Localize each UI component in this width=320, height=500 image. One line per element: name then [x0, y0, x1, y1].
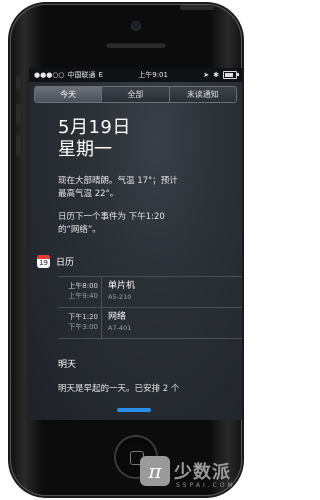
carrier-label: 中国联通: [67, 71, 96, 79]
event-end: 上午9:40: [68, 292, 98, 300]
watermark-domain: SSPAI.COM: [176, 482, 236, 489]
volume-up-button: [16, 104, 21, 126]
front-camera: [132, 22, 140, 30]
next-event-summary: 日历下一个事件为 下午1:20 的“网络”。: [58, 211, 232, 237]
tab-all[interactable]: 全部: [102, 87, 170, 102]
event-room: A5-210: [108, 293, 132, 301]
earpiece-speaker: [106, 42, 166, 48]
calendar-events: 上午8:00 上午9:40 单片机 A5-210 下午1:20 下午3:00 网…: [58, 276, 242, 339]
next-event-line-1: 日历下一个事件为 下午1:20: [58, 212, 165, 222]
event-start: 上午8:00: [68, 282, 98, 290]
calendar-section-header[interactable]: 19 日历: [37, 255, 242, 268]
event-times: 上午8:00 上午9:40: [58, 277, 102, 307]
tomorrow-section-title: 明天: [58, 360, 77, 370]
battery-icon: [223, 71, 239, 79]
calendar-event[interactable]: 下午1:20 下午3:00 网络 A7-401: [58, 308, 242, 339]
event-times: 下午1:20 下午3:00: [58, 308, 102, 338]
event-end: 下午3:00: [68, 323, 98, 331]
next-event-line-2: 的“网络”。: [58, 225, 101, 235]
watermark-logo: π: [140, 456, 170, 486]
watermark-name: 少数派: [174, 462, 231, 483]
calendar-icon: 19: [37, 255, 50, 268]
today-date: 5月19日: [58, 117, 131, 138]
weather-summary: 现在大部晴朗。气温 17°；预计 最高气温 22°。: [58, 175, 232, 201]
tomorrow-summary: 明天是早起的一天。已安排 2 个: [58, 384, 180, 394]
location-icon: ➤: [203, 71, 210, 79]
status-time: 上午9:01: [138, 71, 168, 79]
event-room: A7-401: [108, 324, 132, 332]
notification-center-screen: ●●●○○ 中国联通 E 上午9:01 ➤ ✱ 今天 全部 未读通知 5月19日…: [29, 68, 242, 420]
event-title: 单片机: [108, 281, 136, 291]
segmented-tabs: 今天 全部 未读通知: [34, 86, 237, 103]
weather-line-2: 最高气温 22°。: [58, 189, 119, 199]
weather-line-1: 现在大部晴朗。气温 17°；预计: [58, 176, 178, 186]
event-info: 网络 A7-401: [102, 308, 131, 338]
watermark: π 少数派 SSPAI.COM: [140, 456, 250, 496]
bluetooth-icon: ✱: [213, 71, 219, 79]
network-type: E: [98, 71, 103, 79]
signal-dots-icon: ●●●○○: [34, 71, 65, 79]
event-info: 单片机 A5-210: [102, 277, 135, 307]
volume-down-button: [16, 134, 21, 156]
event-title: 网络: [108, 312, 127, 322]
calendar-section-title: 日历: [56, 258, 75, 268]
sleep-button: [180, 5, 214, 10]
tab-missed[interactable]: 未读通知: [169, 87, 236, 102]
tab-today[interactable]: 今天: [35, 87, 103, 102]
mute-switch: [16, 76, 21, 90]
notification-grabber-handle[interactable]: [117, 408, 151, 412]
today-weekday: 星期一: [58, 139, 112, 160]
status-bar: ●●●○○ 中国联通 E 上午9:01 ➤ ✱: [29, 68, 242, 82]
event-start: 下午1:20: [68, 313, 98, 321]
calendar-event[interactable]: 上午8:00 上午9:40 单片机 A5-210: [58, 277, 242, 308]
